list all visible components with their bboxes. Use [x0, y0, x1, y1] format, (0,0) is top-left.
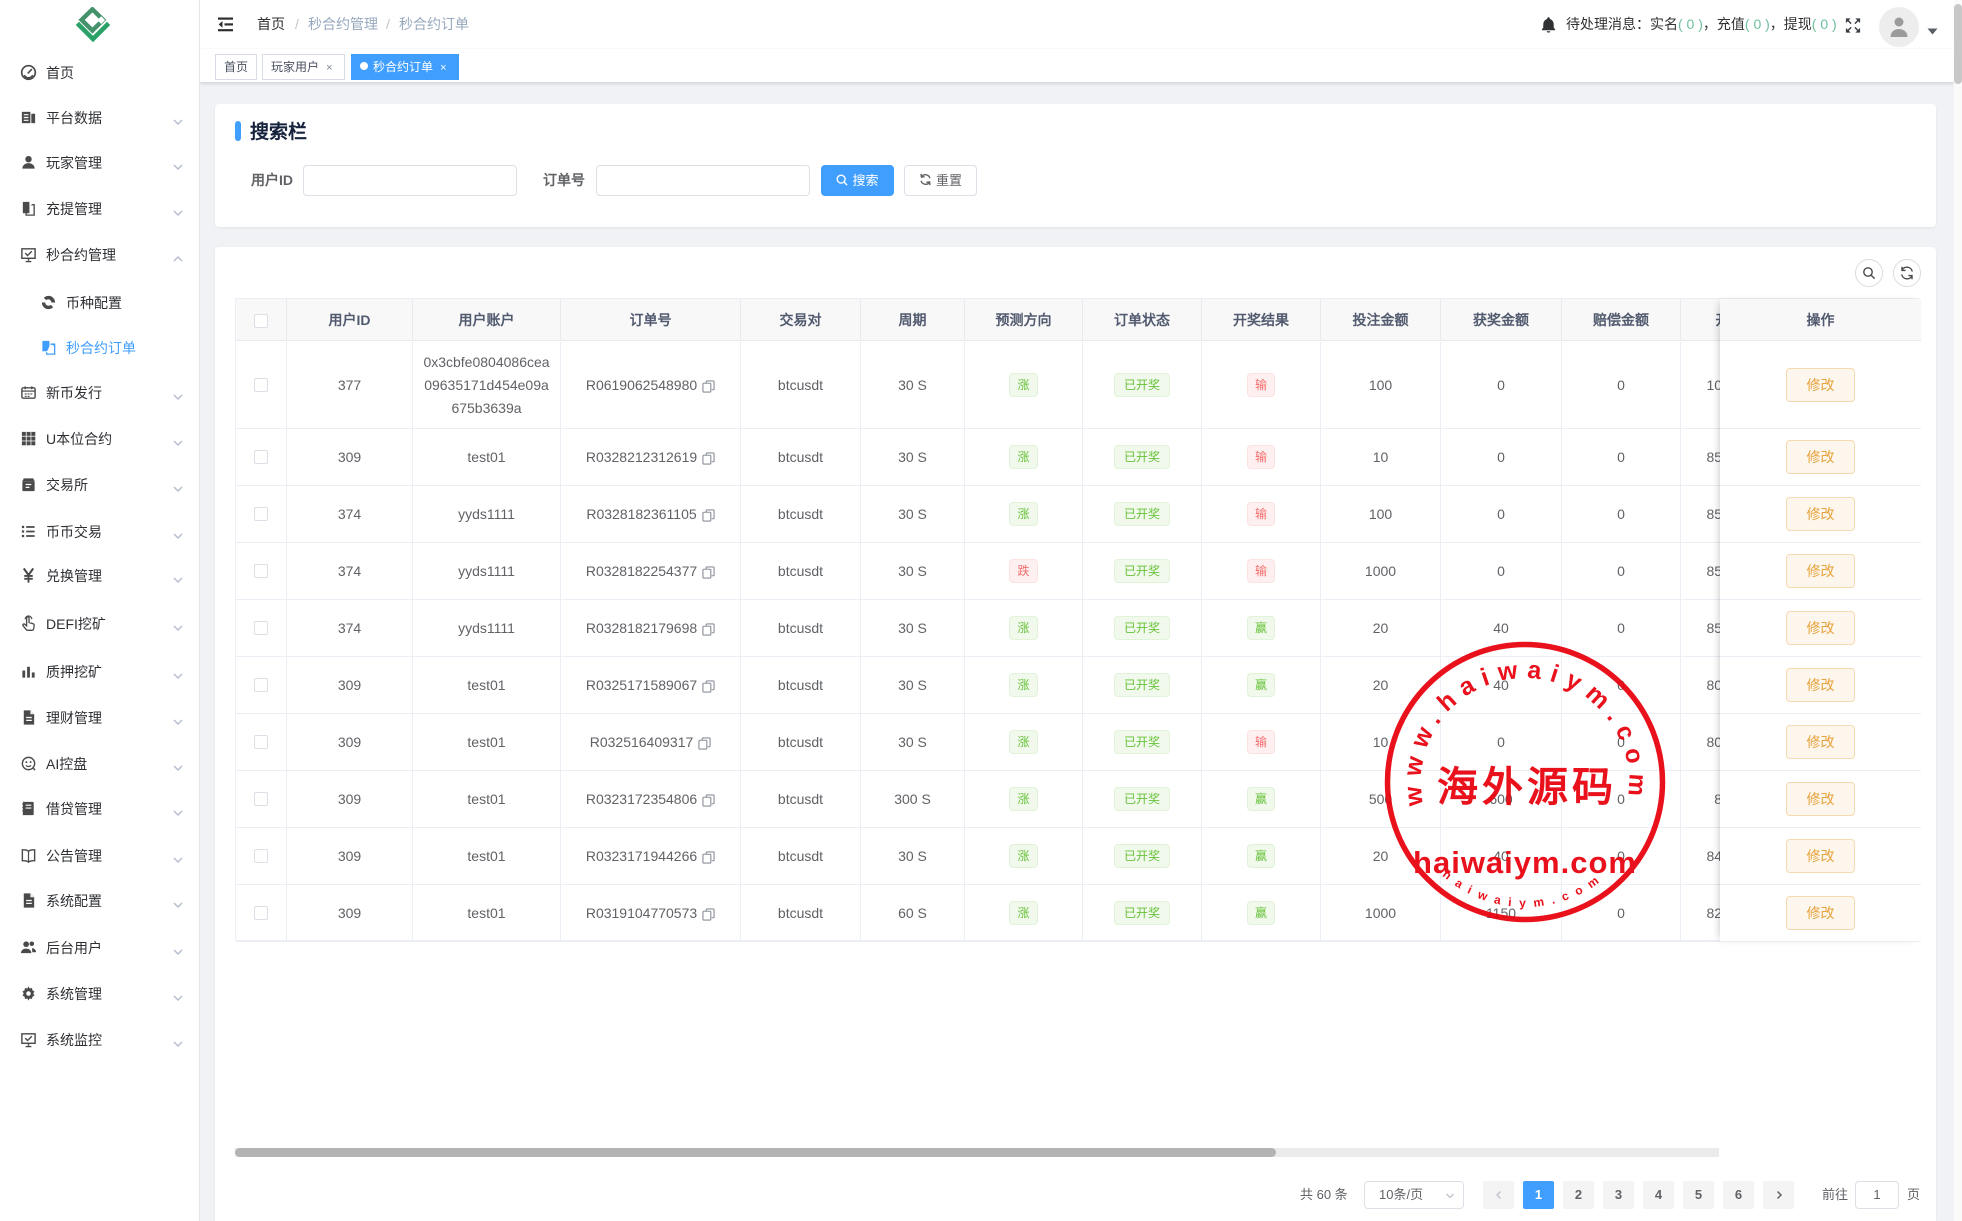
svg-text:haiwaiym.com: haiwaiym.com	[1413, 845, 1637, 880]
svg-text:海外源码: 海外源码	[1437, 764, 1617, 810]
